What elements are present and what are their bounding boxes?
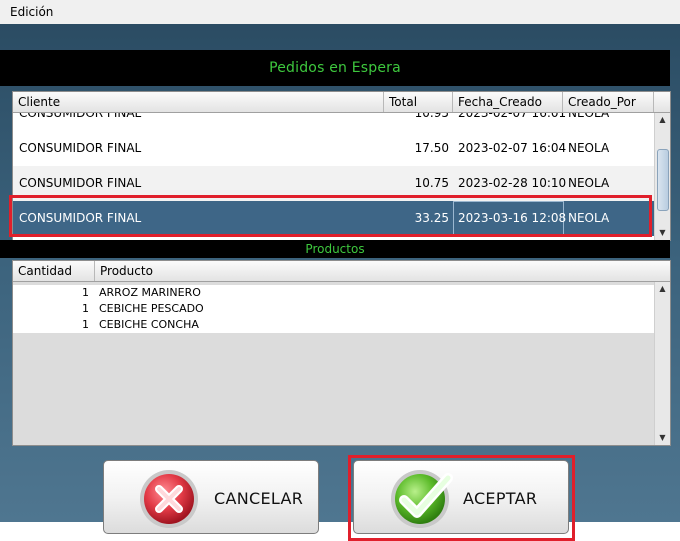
cell-cliente: CONSUMIDOR FINAL xyxy=(19,211,142,225)
table-row[interactable]: 1 CEBICHE PESCADO xyxy=(13,301,654,317)
products-title-bar: Productos xyxy=(0,240,670,258)
accept-label: ACEPTAR xyxy=(463,489,538,508)
header-corner xyxy=(654,92,670,113)
cell-total: 33.25 xyxy=(414,211,449,225)
cell-creado-por: NEOLA xyxy=(568,113,610,120)
cell-creado-por: NEOLA xyxy=(568,141,610,155)
products-table-body: 1 ARROZ MARINERO 1 CEBICHE PESCADO 1 CEB… xyxy=(13,282,654,445)
table-row[interactable]: 1 CEBICHE CONCHA xyxy=(13,317,654,333)
scroll-up-arrow-icon[interactable]: ▲ xyxy=(655,113,670,127)
dialog-frame: Pedidos en Espera Cliente Total Fecha_Cr… xyxy=(0,24,680,541)
table-row-selected[interactable]: CONSUMIDOR FINAL 33.25 2023-03-16 12:08 … xyxy=(13,201,654,236)
cell-cantidad: 1 xyxy=(82,302,89,315)
table-row[interactable]: CONSUMIDOR FINAL 10.95 2023-02-07 16:01 … xyxy=(13,113,654,131)
menu-edicion[interactable]: Edición xyxy=(10,5,53,19)
cell-cliente: CONSUMIDOR FINAL xyxy=(19,176,142,190)
scroll-thumb[interactable] xyxy=(657,149,669,211)
cancel-label: CANCELAR xyxy=(214,489,304,508)
orders-scrollbar[interactable]: ▲ ▼ xyxy=(654,113,670,240)
accept-button[interactable]: ACEPTAR xyxy=(353,460,569,534)
page-title: Pedidos en Espera xyxy=(269,60,401,76)
col-header-cantidad[interactable]: Cantidad xyxy=(13,261,95,281)
cell-producto: ARROZ MARINERO xyxy=(99,286,201,299)
cell-total: 10.95 xyxy=(414,113,449,120)
close-x-icon xyxy=(140,470,198,528)
scroll-down-arrow-icon[interactable]: ▼ xyxy=(655,226,670,240)
title-bar: Pedidos en Espera xyxy=(0,50,670,86)
orders-table-body: CONSUMIDOR FINAL 10.95 2023-02-07 16:01 … xyxy=(13,113,654,240)
cell-fecha: 2023-02-07 16:01 xyxy=(458,113,567,120)
cell-cliente: CONSUMIDOR FINAL xyxy=(19,113,142,120)
col-header-fecha[interactable]: Fecha_Creado xyxy=(453,92,563,112)
cell-total: 17.50 xyxy=(414,141,449,155)
scroll-up-arrow-icon[interactable]: ▲ xyxy=(655,282,670,296)
menu-bar: Edición xyxy=(0,0,680,25)
orders-table-header: Cliente Total Fecha_Creado Creado_Por xyxy=(13,92,654,113)
cell-fecha: 2023-03-16 12:08 xyxy=(458,211,567,225)
col-header-creado-por[interactable]: Creado_Por xyxy=(563,92,654,112)
checkmark-icon xyxy=(391,470,453,528)
products-table-header: Cantidad Producto xyxy=(13,261,654,282)
col-header-total[interactable]: Total xyxy=(384,92,453,112)
cell-total: 10.75 xyxy=(414,176,449,190)
table-row[interactable]: CONSUMIDOR FINAL 17.50 2023-02-07 16:04 … xyxy=(13,131,654,166)
table-row[interactable]: CONSUMIDOR FINAL 10.75 2023-02-28 10:10 … xyxy=(13,166,654,201)
cell-fecha: 2023-02-07 16:04 xyxy=(458,141,567,155)
cell-creado-por: NEOLA xyxy=(568,211,610,225)
cell-producto: CEBICHE PESCADO xyxy=(99,302,204,315)
products-table: Cantidad Producto 1 ARROZ MARINERO 1 CEB… xyxy=(12,260,671,446)
cell-creado-por: NEOLA xyxy=(568,176,610,190)
products-title: Productos xyxy=(305,242,365,256)
col-header-cliente[interactable]: Cliente xyxy=(13,92,384,112)
header-corner xyxy=(654,261,670,282)
table-row[interactable]: 1 ARROZ MARINERO xyxy=(13,285,654,301)
cell-fecha: 2023-02-28 10:10 xyxy=(458,176,567,190)
cell-cantidad: 1 xyxy=(82,286,89,299)
cell-producto: CEBICHE CONCHA xyxy=(99,318,199,331)
cancel-button[interactable]: CANCELAR xyxy=(103,460,319,534)
cell-cliente: CONSUMIDOR FINAL xyxy=(19,141,142,155)
products-scrollbar[interactable]: ▲ ▼ xyxy=(654,282,670,445)
cell-cantidad: 1 xyxy=(82,318,89,331)
col-header-producto[interactable]: Producto xyxy=(95,261,654,281)
scroll-down-arrow-icon[interactable]: ▼ xyxy=(655,431,670,445)
orders-table: Cliente Total Fecha_Creado Creado_Por CO… xyxy=(12,91,671,241)
